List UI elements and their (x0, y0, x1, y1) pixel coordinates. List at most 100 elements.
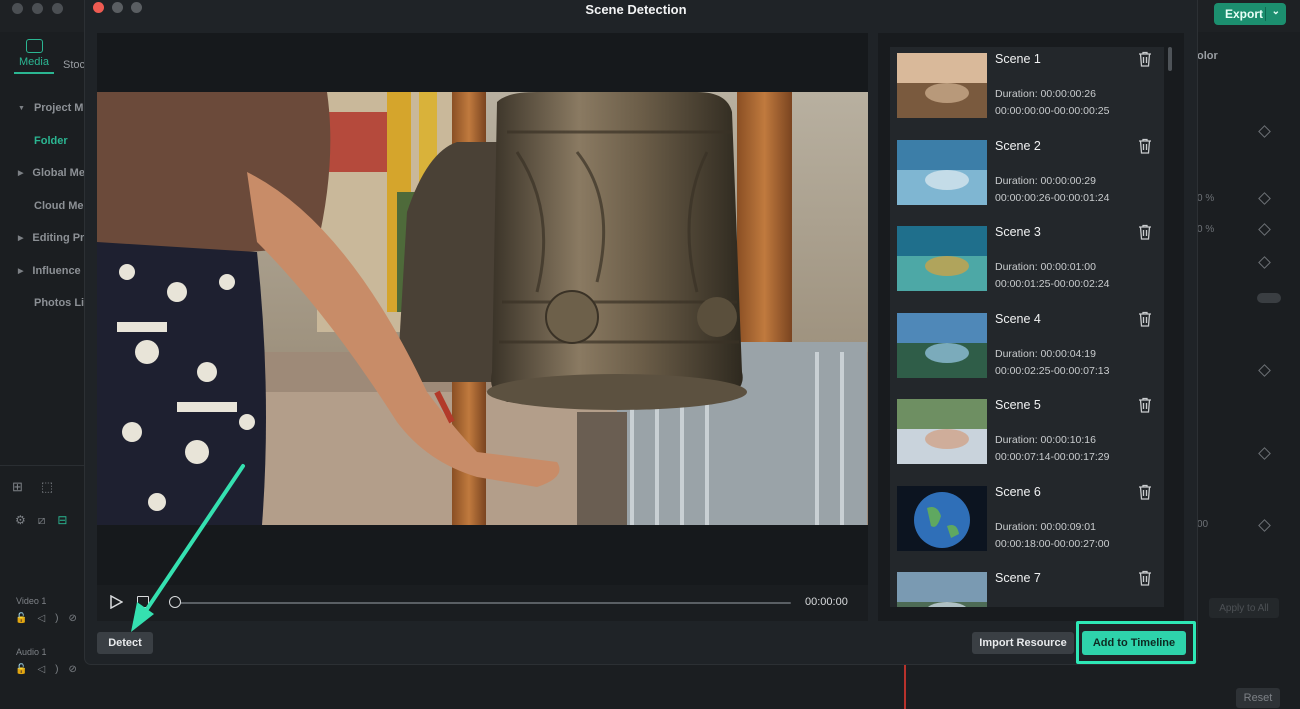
tree-item-label: Photos Lib (34, 297, 91, 310)
scene-range: 00:00:02:25-00:00:07:13 (995, 364, 1110, 377)
scene-thumbnail[interactable] (897, 226, 987, 291)
keyframe-diamond-icon[interactable] (1258, 192, 1271, 205)
scene-thumbnail[interactable] (897, 572, 987, 607)
bg-zoom-dot[interactable] (52, 3, 63, 14)
scene-item[interactable]: Scene 3 Duration: 00:00:01:00 00:00:01:2… (890, 220, 1164, 306)
scene-thumbnail[interactable] (897, 312, 987, 378)
video-frame[interactable] (97, 92, 868, 525)
toggle-switch[interactable] (1257, 293, 1281, 303)
tree-item-influence[interactable]: ▶ Influence I (0, 255, 90, 288)
scene-thumbnail[interactable] (897, 399, 987, 464)
tab-media[interactable]: Media (18, 39, 50, 68)
settings-icon[interactable]: ⚙ (15, 513, 26, 528)
bg-timeline-toolbar: ⊞ ⬚ (12, 479, 90, 495)
add-to-timeline-button[interactable]: Add to Timeline (1082, 631, 1186, 655)
expand-triangle-icon: ▼ (18, 104, 25, 112)
scene-thumbnail[interactable] (897, 53, 987, 118)
scene-list[interactable]: Scene 1 Duration: 00:00:00:26 00:00:00:0… (890, 47, 1164, 607)
scene-range: 00:00:07:14-00:00:17:29 (995, 451, 1110, 463)
video-preview-panel: 00:00:00 (97, 33, 868, 621)
scene-duration: Duration: 00:00:04:19 (995, 347, 1096, 360)
bg-properties-panel: olor 0 % 0 % 00 Apply to All Reset (1197, 32, 1300, 709)
export-button[interactable]: Export ⌄ (1214, 3, 1286, 25)
bg-minimize-dot[interactable] (32, 3, 43, 14)
tree-item-label: Folder (34, 134, 68, 147)
tree-item-folder[interactable]: Folder (0, 125, 90, 158)
link-icon[interactable]: ⊟ (57, 513, 67, 528)
apply-to-all-button[interactable]: Apply to All (1209, 598, 1279, 618)
stop-icon[interactable] (137, 596, 149, 608)
scene-item[interactable]: Scene 6 Duration: 00:00:09:01 00:00:18:0… (890, 480, 1164, 566)
trash-icon[interactable] (1138, 224, 1152, 240)
audio-track-icons[interactable]: 🔓◁)⊘ (15, 664, 87, 675)
playback-controls: 00:00:00 (97, 585, 868, 621)
seek-bar[interactable] (175, 602, 791, 604)
bg-media-sidebar: Media Stock ▼ Project Me Folder ▶ Global M… (0, 32, 91, 709)
tree-item-label: Cloud Med (34, 199, 91, 212)
scene-item[interactable]: Scene 7 (890, 566, 1164, 607)
app-window: Export ⌄ Media Stock ▼ Project Me Folder … (0, 0, 1300, 709)
expand-triangle-icon: ▶ (18, 235, 24, 243)
detect-button[interactable]: Detect (97, 632, 153, 654)
select-arrow-icon[interactable]: ⬚ (41, 479, 53, 495)
keyframe-diamond-icon[interactable] (1258, 223, 1271, 236)
timeline-playhead[interactable] (904, 664, 906, 709)
scene-item[interactable]: Scene 5 Duration: 00:00:10:16 00:00:07:1… (890, 393, 1164, 479)
scene-thumbnail[interactable] (897, 139, 987, 205)
scene-duration: Duration: 00:00:10:16 (995, 434, 1096, 446)
percent-value: 0 % (1197, 193, 1215, 204)
temple-bell-image (97, 92, 868, 525)
scene-thumbnail[interactable] (897, 485, 987, 551)
scene-item[interactable]: Scene 4 Duration: 00:00:04:19 00:00:02:2… (890, 307, 1164, 393)
reset-button[interactable]: Reset (1236, 688, 1280, 708)
trash-icon[interactable] (1138, 484, 1152, 500)
scrollbar[interactable] (1168, 47, 1172, 71)
keyframe-diamond-icon[interactable] (1258, 447, 1271, 460)
scene-duration: Duration: 00:00:01:00 (995, 261, 1096, 273)
scene-name: Scene 4 (995, 311, 1041, 326)
trash-icon[interactable] (1138, 397, 1152, 413)
keyframe-diamond-icon[interactable] (1258, 256, 1271, 269)
import-resource-button[interactable]: Import Resource (972, 632, 1074, 654)
trash-icon[interactable] (1138, 51, 1152, 67)
media-icon (25, 39, 43, 53)
tree-item-photos-library[interactable]: Photos Lib (0, 287, 91, 320)
media-tree: ▼ Project Me Folder ▶ Global Me Cloud Med … (0, 92, 91, 320)
chevron-down-icon[interactable]: ⌄ (1272, 6, 1280, 17)
trash-icon[interactable] (1138, 570, 1152, 586)
scene-name: Scene 6 (995, 484, 1041, 499)
expand-triangle-icon: ▶ (18, 170, 24, 178)
scene-range: 00:00:00:26-00:00:01:24 (995, 191, 1110, 204)
bg-close-dot[interactable] (12, 3, 23, 14)
grid-icon[interactable]: ⊞ (12, 479, 23, 495)
keyframe-diamond-icon[interactable] (1258, 519, 1271, 532)
scene-name: Scene 3 (995, 225, 1041, 239)
scene-range: 00:00:18:00-00:00:27:00 (995, 537, 1110, 550)
bg-window-controls (12, 3, 63, 14)
play-icon[interactable] (109, 595, 123, 609)
export-label: Export (1225, 7, 1264, 21)
tree-item-editing-projects[interactable]: ▶ Editing Pr (0, 222, 90, 255)
tab-underline (14, 72, 54, 74)
unlink-icon[interactable]: ⧄ (38, 513, 46, 528)
trash-icon[interactable] (1138, 138, 1152, 154)
tree-item-label: Global Me (32, 167, 85, 180)
tree-item-project-media[interactable]: ▼ Project Me (0, 92, 90, 125)
tab-color[interactable]: olor (1197, 50, 1218, 62)
scene-name: Scene 5 (995, 398, 1041, 412)
trash-icon[interactable] (1138, 311, 1152, 327)
seek-thumb[interactable] (169, 596, 181, 608)
tree-item-cloud-media[interactable]: Cloud Med (0, 190, 90, 223)
video-track-icons[interactable]: 🔓◁)⊘ (15, 613, 87, 624)
keyframe-diamond-icon[interactable] (1258, 125, 1271, 138)
keyframe-diamond-icon[interactable] (1258, 364, 1271, 377)
scene-item[interactable]: Scene 1 Duration: 00:00:00:26 00:00:00:0… (890, 47, 1164, 133)
tab-media-label: Media (19, 56, 49, 68)
divider (0, 465, 90, 466)
tree-item-label: Editing Pr (32, 232, 85, 245)
scene-item[interactable]: Scene 2 Duration: 00:00:00:29 00:00:00:2… (890, 134, 1164, 220)
tree-item-label: Influence I (32, 264, 87, 277)
time-display: 00:00:00 (805, 596, 848, 608)
scene-range: 00:00:01:25-00:00:02:24 (995, 278, 1110, 290)
tree-item-global-media[interactable]: ▶ Global Me (0, 157, 90, 190)
